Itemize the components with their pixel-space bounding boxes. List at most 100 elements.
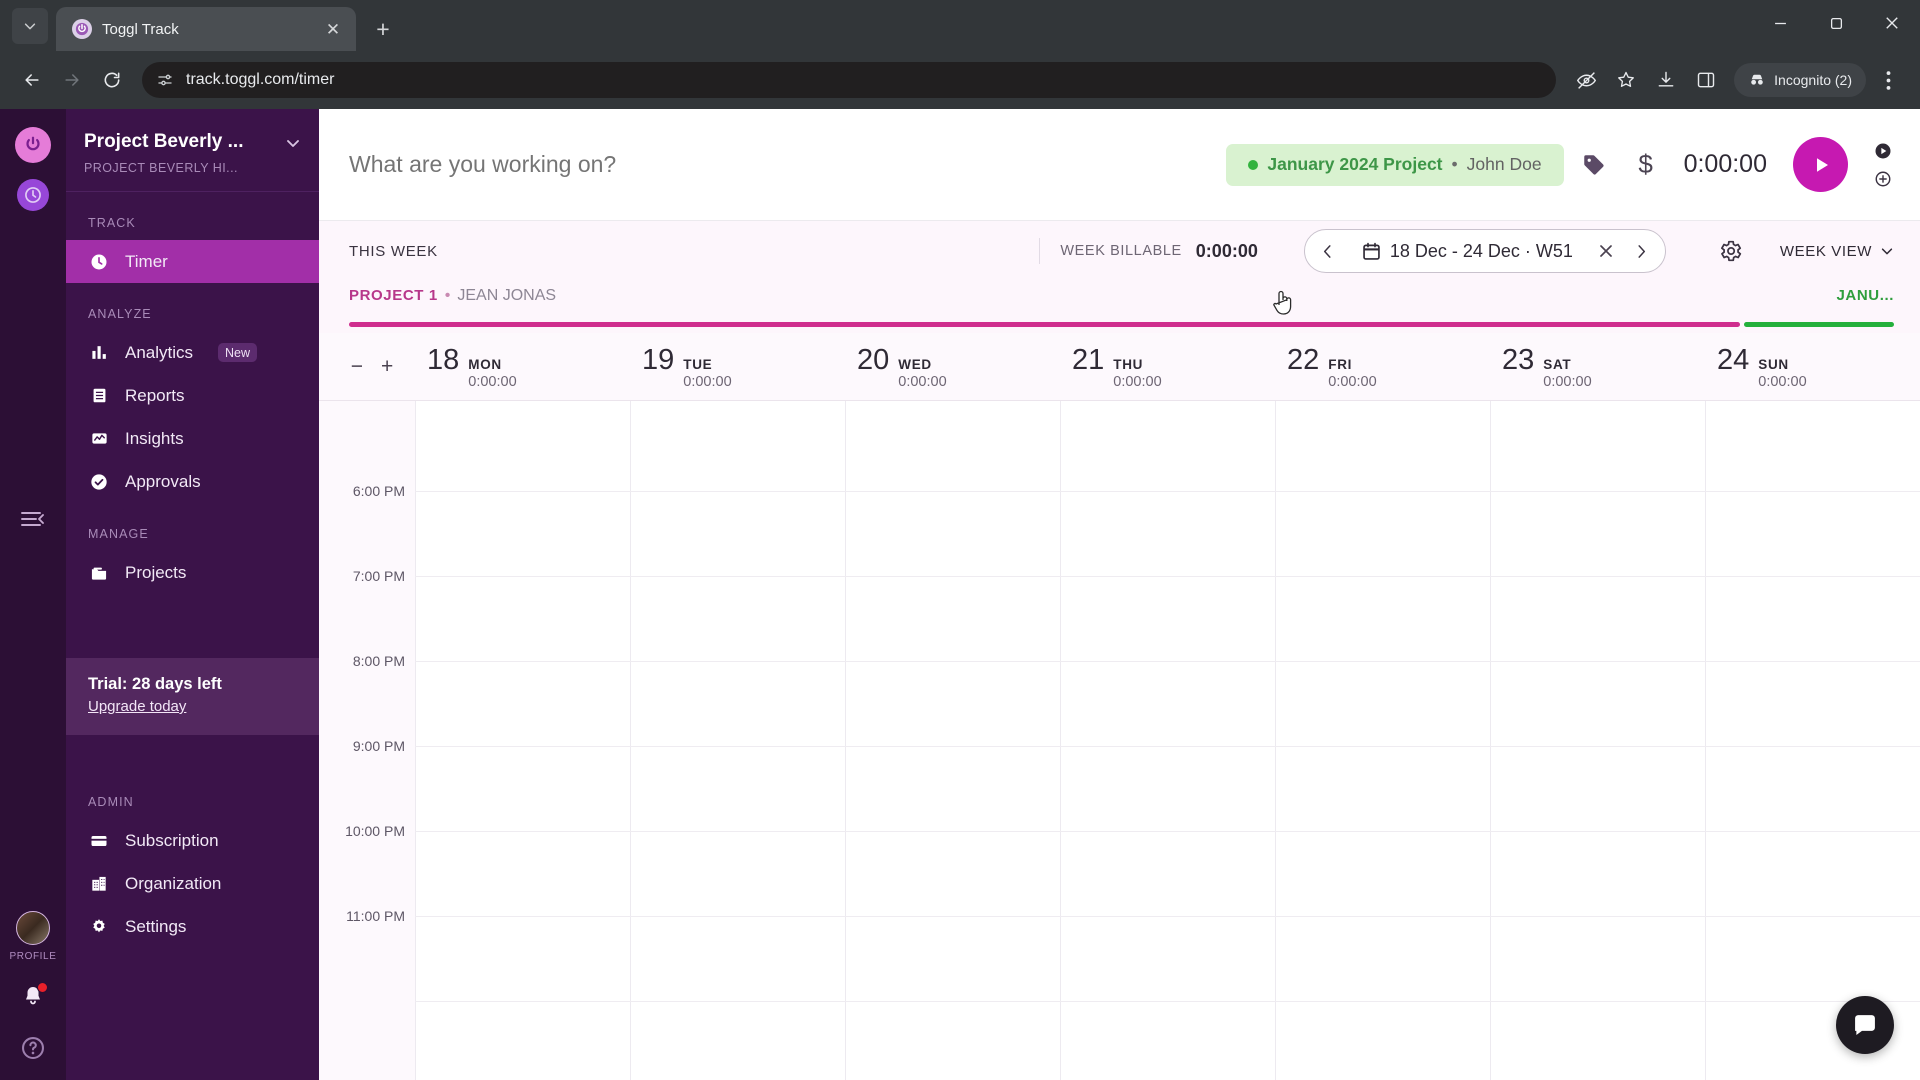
day-total: 0:00:00 bbox=[1328, 373, 1377, 390]
day-name: SAT bbox=[1543, 356, 1572, 372]
site-settings-icon[interactable] bbox=[156, 71, 174, 89]
next-week-button[interactable] bbox=[1623, 232, 1661, 270]
minimize-icon[interactable] bbox=[1752, 0, 1808, 46]
download-icon[interactable] bbox=[1648, 62, 1684, 98]
calendar-day-column[interactable] bbox=[1060, 401, 1275, 1080]
project-chip[interactable]: January 2024 Project • John Doe bbox=[1226, 143, 1564, 186]
sidebar-item-reports[interactable]: Reports bbox=[66, 374, 319, 417]
sidebar-item-analytics[interactable]: Analytics New bbox=[66, 331, 319, 374]
help-button[interactable] bbox=[20, 1035, 46, 1066]
sidebar-item-timer[interactable]: Timer bbox=[66, 240, 319, 283]
trial-banner: Trial: 28 days left Upgrade today bbox=[66, 658, 319, 735]
chevron-down-icon[interactable] bbox=[285, 135, 301, 156]
calendar-day-column[interactable] bbox=[1275, 401, 1490, 1080]
time-label: 6:00 PM bbox=[352, 483, 405, 499]
day-column-header[interactable]: 23 SAT 0:00:00 bbox=[1490, 344, 1705, 390]
browser-tab[interactable]: Toggl Track ✕ bbox=[56, 7, 356, 51]
upgrade-link[interactable]: Upgrade today bbox=[88, 698, 186, 715]
minus-icon[interactable]: − bbox=[351, 355, 363, 379]
timer-description-input[interactable] bbox=[349, 151, 1219, 178]
calendar-day-column[interactable] bbox=[415, 401, 630, 1080]
project-bar-primary bbox=[349, 322, 1740, 327]
analytics-new-badge: New bbox=[218, 343, 258, 362]
rail-bottom-group: PROFILE bbox=[0, 911, 66, 1066]
three-dot-menu-icon[interactable] bbox=[1870, 62, 1906, 98]
incognito-indicator[interactable]: Incognito (2) bbox=[1734, 63, 1866, 97]
hour-line bbox=[415, 1001, 1920, 1002]
billable-button[interactable]: $ bbox=[1624, 143, 1668, 187]
tab-search-button[interactable] bbox=[12, 8, 48, 44]
sidebar-item-projects[interactable]: Projects bbox=[66, 551, 319, 594]
calendar-day-column[interactable] bbox=[1705, 401, 1920, 1080]
notification-badge bbox=[37, 982, 48, 993]
project-chip-project: January 2024 Project bbox=[1267, 154, 1443, 174]
calendar-grid[interactable]: 6:00 PM 7:00 PM 8:00 PM 9:00 PM 10:00 PM… bbox=[319, 401, 1920, 1080]
hour-line bbox=[415, 916, 1920, 917]
side-panel-icon[interactable] bbox=[1688, 62, 1724, 98]
maximize-icon[interactable] bbox=[1808, 0, 1864, 46]
view-mode-dropdown[interactable]: WEEK VIEW bbox=[1780, 243, 1894, 260]
day-column-header[interactable]: 24 SUN 0:00:00 bbox=[1705, 344, 1920, 390]
project-strip-label: PROJECT 1 bbox=[349, 287, 438, 304]
workspace-switcher[interactable]: Project Beverly ... PROJECT BEVERLY HI..… bbox=[66, 109, 319, 192]
day-column-header[interactable]: 19 TUE 0:00:00 bbox=[630, 344, 845, 390]
zoom-controls: − + bbox=[319, 355, 415, 379]
project-bar-secondary bbox=[1744, 322, 1894, 327]
start-timer-button[interactable] bbox=[1793, 137, 1848, 192]
day-column-header[interactable]: 20 WED 0:00:00 bbox=[845, 344, 1060, 390]
close-x-icon bbox=[1600, 245, 1612, 257]
section-title-admin: ADMIN bbox=[88, 795, 134, 809]
url-text: track.toggl.com/timer bbox=[186, 71, 335, 88]
sidebar-item-label: Approvals bbox=[125, 471, 201, 491]
bookmark-star-icon[interactable] bbox=[1608, 62, 1644, 98]
tag-button[interactable] bbox=[1572, 143, 1616, 187]
chat-bubble-icon bbox=[1855, 1015, 1875, 1036]
day-column-header[interactable]: 21 THU 0:00:00 bbox=[1060, 344, 1275, 390]
notifications-button[interactable] bbox=[21, 982, 48, 1013]
timer-mode-icon[interactable] bbox=[1872, 140, 1894, 162]
time-label: 9:00 PM bbox=[352, 738, 405, 754]
forward-arrow-icon[interactable] bbox=[54, 62, 90, 98]
clock-icon bbox=[88, 252, 110, 272]
project-strip-user: JEAN JONAS bbox=[457, 287, 557, 304]
calendar-day-column[interactable] bbox=[1490, 401, 1705, 1080]
avatar[interactable] bbox=[16, 911, 50, 945]
day-number: 18 bbox=[427, 343, 460, 376]
timer-mode-switch bbox=[1872, 140, 1894, 190]
sidebar-item-label: Insights bbox=[125, 428, 184, 448]
sidebar-item-insights[interactable]: Insights bbox=[66, 417, 319, 460]
billable-dollar-icon: $ bbox=[1638, 149, 1653, 179]
tab-close-icon[interactable]: ✕ bbox=[322, 18, 344, 40]
sidebar-item-settings[interactable]: Settings bbox=[66, 905, 319, 948]
calendar-day-column[interactable] bbox=[845, 401, 1060, 1080]
sidebar-item-organization[interactable]: Organization bbox=[66, 862, 319, 905]
manual-add-icon[interactable] bbox=[1872, 168, 1894, 190]
reload-icon[interactable] bbox=[94, 62, 130, 98]
back-arrow-icon[interactable] bbox=[14, 62, 50, 98]
calendar-columns[interactable] bbox=[415, 401, 1920, 1080]
time-label: 11:00 PM bbox=[346, 908, 405, 924]
calendar-day-column[interactable] bbox=[630, 401, 845, 1080]
new-tab-plus-icon[interactable]: + bbox=[366, 12, 400, 46]
clear-date-range-button[interactable] bbox=[1589, 234, 1623, 268]
date-range-picker[interactable]: 18 Dec - 24 Dec · W51 bbox=[1303, 229, 1666, 273]
prev-week-button[interactable] bbox=[1309, 232, 1347, 270]
toggl-power-logo-icon[interactable] bbox=[15, 127, 51, 163]
calendar-settings-button[interactable] bbox=[1708, 229, 1752, 273]
day-column-header[interactable]: 22 FRI 0:00:00 bbox=[1275, 344, 1490, 390]
eye-off-icon[interactable] bbox=[1568, 62, 1604, 98]
window-close-icon[interactable] bbox=[1864, 0, 1920, 46]
sidebar-item-approvals[interactable]: Approvals bbox=[66, 460, 319, 503]
gear-icon bbox=[1720, 240, 1742, 262]
sidebar-item-subscription[interactable]: Subscription bbox=[66, 819, 319, 862]
day-column-header[interactable]: 18 MON 0:00:00 bbox=[415, 344, 630, 390]
collapse-sidebar-icon[interactable] bbox=[20, 509, 46, 534]
address-bar[interactable]: track.toggl.com/timer bbox=[142, 62, 1557, 98]
report-list-icon bbox=[88, 386, 110, 405]
sidebar-item-label: Settings bbox=[125, 916, 187, 936]
toggl-track-circle-icon[interactable] bbox=[17, 179, 49, 211]
plus-icon[interactable]: + bbox=[381, 355, 393, 379]
tag-icon bbox=[1583, 154, 1604, 175]
chat-support-button[interactable] bbox=[1836, 996, 1894, 1054]
time-label: 7:00 PM bbox=[352, 568, 405, 584]
